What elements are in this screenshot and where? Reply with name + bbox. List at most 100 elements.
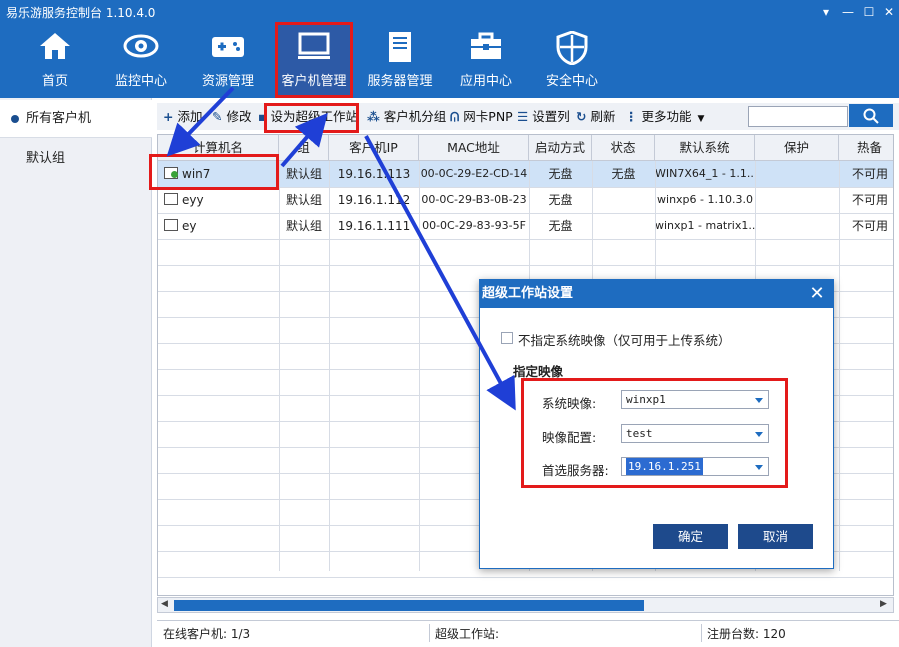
grid-line	[158, 213, 893, 214]
cell-name: eyy	[182, 193, 204, 207]
grid-line	[158, 577, 893, 578]
grid-line	[279, 161, 280, 571]
add-button[interactable]: + 添加	[163, 103, 203, 130]
sidebar: 所有客户机 默认组	[0, 98, 152, 647]
minimize-button[interactable]: —	[838, 2, 858, 22]
search-button[interactable]	[849, 104, 893, 127]
scrollbar-thumb[interactable]	[174, 600, 644, 611]
cell-protect	[755, 187, 839, 213]
grid-line	[419, 161, 420, 571]
preferred-server-value: 19.16.1.251	[626, 458, 703, 475]
cell-protect	[755, 213, 839, 239]
refresh-button[interactable]: ↻ 刷新	[576, 103, 616, 130]
bullet-icon	[11, 115, 19, 123]
server-icon	[389, 32, 411, 62]
column-header-protect[interactable]: 保护	[755, 135, 839, 161]
registered-count-status: 注册台数: 120	[707, 627, 786, 641]
set-columns-button[interactable]: ☰ 设置列	[517, 103, 570, 130]
online-clients-status: 在线客户机: 1/3	[163, 627, 251, 641]
cell-status	[592, 213, 655, 239]
cell-mac: 00-0C-29-83-93-5F	[422, 219, 526, 232]
super-workstation-status: 超级工作站:	[435, 627, 500, 641]
more-functions-label: 更多功能	[641, 109, 692, 124]
cell-group: 默认组	[285, 167, 322, 181]
status-divider	[701, 624, 702, 642]
cell-default-system: winxp1 - matrix1....	[655, 219, 755, 232]
super-workstation-dialog: 超级工作站设置 ✕ 不指定系统映像（仅可用于上传系统） 指定映像 系统映像: w…	[479, 279, 834, 569]
column-header-default-system[interactable]: 默认系统	[655, 135, 755, 161]
no-image-checkbox[interactable]	[501, 332, 513, 344]
scroll-right-icon[interactable]: ▶	[880, 599, 887, 609]
cancel-button[interactable]: 取消	[738, 524, 813, 549]
grid-line	[329, 161, 330, 571]
chevron-down-icon	[755, 465, 763, 470]
nav-resource-management[interactable]: 资源管理	[189, 22, 267, 98]
table-row[interactable]: eyy 默认组 19.16.1.112 00-0C-29-B3-0B-23 无盘…	[158, 187, 893, 213]
more-functions-button[interactable]: ⋮ 更多功能 ▼	[625, 103, 704, 130]
sidebar-item-label: 默认组	[26, 151, 66, 166]
sidebar-item-all-clients[interactable]: 所有客户机	[0, 100, 152, 138]
column-header-hot-standby[interactable]: 热备	[839, 135, 893, 161]
cell-mac: 00-0C-29-E2-CD-14	[420, 167, 528, 180]
nav-app-center-label: 应用中心	[459, 74, 512, 89]
cell-boot: 无盘	[548, 219, 573, 233]
nav-monitor-center[interactable]: 监控中心	[102, 22, 180, 98]
nav-home[interactable]: 首页	[16, 22, 94, 98]
cell-ip: 19.16.1.112	[337, 193, 411, 207]
monitor-icon	[298, 32, 330, 59]
more-icon: ⋮	[625, 109, 638, 124]
nav-server-management-label: 服务器管理	[367, 74, 433, 89]
scroll-left-icon[interactable]: ◀	[161, 599, 168, 609]
cell-hot-standby: 不可用	[851, 219, 888, 233]
sidebar-item-default-group[interactable]: 默认组	[0, 140, 152, 178]
no-image-checkbox-label: 不指定系统映像（仅可用于上传系统）	[518, 333, 731, 348]
image-config-value: test	[626, 427, 653, 440]
home-icon	[40, 33, 70, 59]
menu-dropdown-button[interactable]: ▾	[816, 2, 836, 22]
annotation-toolbar-box	[264, 103, 359, 133]
maximize-button[interactable]: ☐	[859, 2, 879, 22]
add-label: 添加	[177, 109, 203, 124]
nav-resource-management-label: 资源管理	[201, 74, 254, 89]
dialog-title: 超级工作站设置	[480, 280, 833, 308]
nav-security-center-label: 安全中心	[545, 74, 598, 89]
title-bar: 易乐游服务控制台 1.10.4.0 ▾ — ☐ ✕ 首页 监控中心 资源管理 客…	[0, 0, 899, 98]
ok-button[interactable]: 确定	[653, 524, 728, 549]
cell-name: ey	[182, 219, 197, 233]
grid-line	[158, 239, 893, 240]
cell-default-system: winxp6 - 1.10.3.0	[657, 193, 753, 206]
cell-mac: 00-0C-29-B3-0B-23	[421, 193, 527, 206]
image-config-select[interactable]: test	[621, 424, 769, 443]
table-row[interactable]: ey 默认组 19.16.1.111 00-0C-29-83-93-5F 无盘 …	[158, 213, 893, 239]
chevron-down-icon: ▼	[697, 114, 705, 124]
cell-group: 默认组	[285, 193, 322, 207]
nic-pnp-button[interactable]: ᕬ 网卡PNP	[450, 103, 513, 130]
system-image-select[interactable]: winxp1	[621, 390, 769, 409]
shield-icon	[556, 31, 588, 65]
status-bar: 在线客户机: 1/3 超级工作站: 注册台数: 120	[157, 620, 899, 644]
nav-client-management[interactable]: 客户机管理	[275, 22, 353, 98]
chevron-down-icon	[755, 398, 763, 403]
edit-button[interactable]: ✎ 修改	[212, 103, 252, 130]
cell-boot: 无盘	[548, 167, 573, 181]
annotation-row-box	[149, 154, 279, 190]
horizontal-scrollbar[interactable]: ◀ ▶	[157, 597, 894, 613]
client-group-button[interactable]: ⁂ 客户机分组	[367, 103, 446, 130]
column-header-status[interactable]: 状态	[592, 135, 655, 161]
app-title: 易乐游服务控制台 1.10.4.0	[6, 6, 156, 20]
nav-security-center[interactable]: 安全中心	[533, 22, 611, 98]
column-header-ip[interactable]: 客户机IP	[329, 135, 419, 161]
preferred-server-select[interactable]: 19.16.1.251	[621, 457, 769, 476]
nav-server-management[interactable]: 服务器管理	[361, 22, 439, 98]
grid-line	[158, 265, 893, 266]
dialog-close-icon[interactable]: ✕	[807, 284, 827, 304]
edit-label: 修改	[226, 109, 252, 124]
column-header-mac[interactable]: MAC地址	[419, 135, 529, 161]
column-header-group[interactable]: 组	[279, 135, 329, 161]
nav-app-center[interactable]: 应用中心	[447, 22, 525, 98]
column-header-boot[interactable]: 启动方式	[529, 135, 592, 161]
nic-icon: ᕬ	[450, 109, 460, 124]
close-button[interactable]: ✕	[879, 2, 899, 22]
search-input[interactable]	[748, 106, 848, 127]
nav-client-management-label: 客户机管理	[281, 74, 347, 89]
